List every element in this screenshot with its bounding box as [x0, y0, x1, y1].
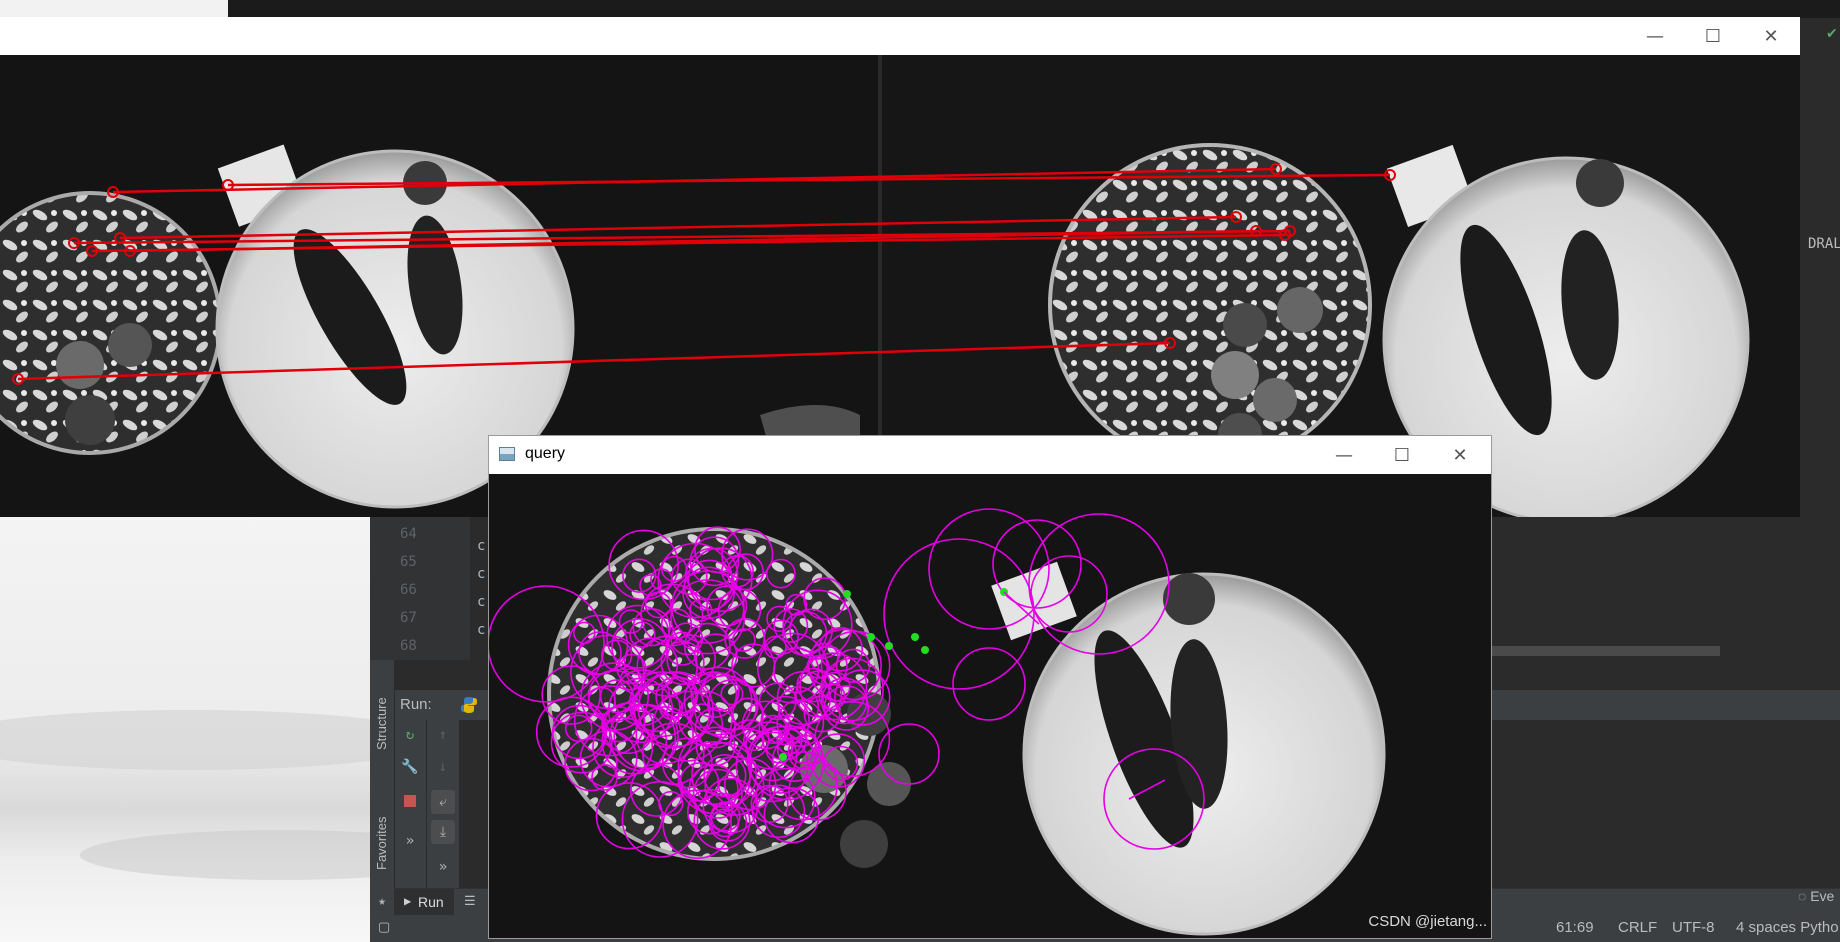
editor-gutter	[370, 500, 470, 660]
stop-icon[interactable]	[401, 792, 419, 810]
line-number: 65	[400, 554, 417, 570]
up-arrow-icon[interactable]: ↑	[434, 726, 452, 744]
run-toolbar-right: ↑ ↓ ⤶ ⤓ »	[426, 720, 459, 895]
close-button[interactable]: ✕	[1431, 436, 1489, 474]
tab-favorites[interactable]: Favorites	[374, 817, 389, 870]
expand-icon[interactable]: »	[401, 832, 419, 850]
down-arrow-icon[interactable]: ↓	[434, 758, 452, 776]
code-line[interactable]: c	[477, 622, 485, 638]
maximize-button[interactable]: ☐	[1684, 17, 1742, 55]
left-tool-stripe: Structure Favorites ★	[370, 660, 395, 920]
event-log[interactable]: ◌ Eve	[1798, 888, 1834, 904]
background-strip	[0, 0, 1840, 18]
star-icon: ★	[378, 893, 386, 909]
right-fruit	[1253, 378, 1297, 422]
line-ending[interactable]: CRLF	[1618, 919, 1657, 936]
query-image	[489, 474, 1491, 938]
run-label: Run:	[400, 696, 432, 713]
close-button[interactable]: ✕	[1742, 17, 1800, 55]
tab-run[interactable]: ▶ Run	[394, 889, 454, 916]
query-flower	[1163, 573, 1215, 625]
right-flower	[1576, 159, 1624, 207]
layout-icon[interactable]: ▢	[378, 919, 390, 935]
line-number: 66	[400, 582, 417, 598]
interpreter-status[interactable]: 4 spaces Pytho	[1736, 919, 1839, 936]
code-line[interactable]: c	[477, 594, 485, 610]
maximize-button[interactable]: ☐	[1373, 436, 1431, 474]
right-fruit	[1211, 351, 1259, 399]
query-window: query — ☐ ✕ CSDN @jietang...	[488, 435, 1492, 939]
right-fruit	[1277, 287, 1323, 333]
left-fruit	[56, 341, 104, 389]
check-icon: ✔	[1826, 26, 1838, 42]
query-titlebar: query — ☐ ✕	[489, 436, 1491, 475]
soft-wrap-icon[interactable]: ⤶	[431, 790, 455, 814]
minimize-button[interactable]: —	[1626, 17, 1684, 55]
play-icon: ▶	[404, 894, 412, 908]
caret-position[interactable]: 61:69	[1556, 919, 1594, 936]
wrench-icon[interactable]: 🔧	[401, 758, 419, 776]
window-app-icon	[499, 447, 515, 461]
editor-horizontal-scrollbar[interactable]	[1490, 646, 1720, 656]
background-window-edge	[0, 0, 228, 18]
python-icon	[460, 696, 478, 714]
file-encoding[interactable]: UTF-8	[1672, 919, 1715, 936]
line-number: 67	[400, 610, 417, 626]
desktop-wallpaper-photo	[0, 500, 370, 942]
window-title: query	[525, 445, 566, 462]
line-number: 64	[400, 526, 417, 542]
line-number: 68	[400, 638, 417, 654]
left-fruit	[108, 323, 152, 367]
right-fruit	[1223, 303, 1267, 347]
scroll-to-end-icon[interactable]: ⤓	[431, 820, 455, 844]
matches-titlebar: — ☐ ✕	[0, 17, 1800, 56]
event-log-icon: ◌	[1798, 888, 1807, 904]
minimize-button[interactable]: —	[1315, 436, 1373, 474]
code-line[interactable]: c	[477, 566, 485, 582]
code-line[interactable]: c	[477, 538, 485, 554]
rerun-icon[interactable]: ↻	[401, 726, 419, 744]
more-icon[interactable]: »	[434, 858, 452, 876]
left-fruit	[65, 395, 115, 445]
tab-structure[interactable]: Structure	[374, 697, 389, 750]
run-toolbar-left: ↻ 🔧 »	[394, 720, 426, 895]
todo-list-icon[interactable]: ☰	[464, 894, 476, 909]
watermark: CSDN @jietang...	[1368, 913, 1487, 930]
editor-right-edge-text: DRAL	[1808, 236, 1840, 252]
